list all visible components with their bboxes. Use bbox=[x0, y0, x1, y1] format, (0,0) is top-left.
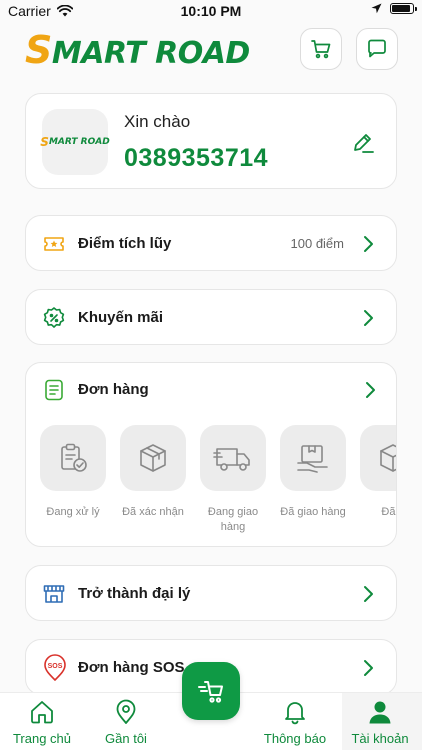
storefront-icon bbox=[43, 585, 65, 603]
orders-header[interactable]: Đơn hàng bbox=[26, 363, 396, 417]
user-icon bbox=[369, 701, 391, 724]
order-step-partial[interactable]: Đã h bbox=[360, 425, 396, 535]
promotions-row[interactable]: Khuyến mãi bbox=[25, 289, 397, 345]
nav-nearby[interactable]: Gần tôi bbox=[91, 699, 161, 746]
step-icon-box bbox=[40, 425, 106, 491]
home-icon bbox=[31, 701, 53, 724]
bell-icon bbox=[285, 702, 305, 725]
nav-account-label: Tài khoản bbox=[351, 731, 409, 746]
nav-nearby-label: Gần tôi bbox=[105, 731, 147, 746]
status-bar: Carrier 10:10 PM bbox=[0, 0, 422, 22]
avatar-logo-text: MART ROAD bbox=[48, 137, 110, 147]
order-step-label: Đã xác nhận bbox=[122, 506, 184, 518]
box-icon bbox=[140, 444, 166, 472]
svg-text:SOS: SOS bbox=[48, 663, 63, 670]
discount-badge-icon bbox=[43, 307, 65, 328]
battery-fill bbox=[392, 5, 410, 12]
order-step-shipping[interactable]: Đang giao hàng bbox=[200, 425, 266, 535]
smart-road-logo: SMART ROAD bbox=[25, 31, 250, 72]
chevron-right-icon bbox=[364, 310, 373, 326]
orders-card: Đơn hàng Đang xử lý Đã xác nhận Đang gia… bbox=[25, 362, 397, 547]
avatar-logo-letter: S bbox=[40, 135, 49, 149]
order-steps: Đang xử lý Đã xác nhận Đang giao hàng Đã… bbox=[40, 425, 396, 535]
nav-notifications[interactable]: Thông báo bbox=[260, 699, 330, 746]
nav-account[interactable]: Tài khoản bbox=[345, 699, 415, 746]
nav-home-label: Trang chủ bbox=[12, 731, 72, 746]
points-row[interactable]: Điểm tích lũy 100 điểm bbox=[25, 215, 397, 271]
delivery-truck-icon bbox=[213, 448, 250, 471]
step-icon-box bbox=[120, 425, 186, 491]
app-header: SMART ROAD bbox=[0, 26, 422, 74]
battery-icon bbox=[390, 3, 417, 14]
clipboard-check-icon bbox=[61, 443, 87, 472]
become-agent-row[interactable]: Trở thành đại lý bbox=[25, 565, 397, 621]
step-icon-box bbox=[200, 425, 266, 491]
chevron-right-icon bbox=[364, 586, 373, 602]
order-step-confirmed[interactable]: Đã xác nhận bbox=[120, 425, 186, 535]
step-icon-box bbox=[280, 425, 346, 491]
quick-cart-button[interactable] bbox=[182, 662, 240, 720]
cart-icon bbox=[311, 40, 331, 59]
phone-number: 0389353714 bbox=[124, 144, 269, 172]
avatar: S MART ROAD bbox=[40, 109, 110, 175]
location-pin-icon bbox=[116, 699, 136, 724]
become-agent-label: Trở thành đại lý bbox=[78, 585, 191, 602]
ticket-star-icon bbox=[44, 237, 64, 251]
logo-text: MART ROAD bbox=[51, 36, 250, 71]
location-arrow-icon bbox=[371, 3, 382, 14]
order-step-processing[interactable]: Đang xử lý bbox=[40, 425, 106, 535]
box-hand-icon bbox=[297, 445, 328, 473]
nav-notifications-label: Thông báo bbox=[263, 731, 327, 746]
edit-profile-button[interactable] bbox=[350, 130, 376, 156]
order-step-label: Đã giao hàng bbox=[280, 506, 346, 518]
chevron-right-icon bbox=[366, 382, 375, 398]
order-step-label: Đang xử lý bbox=[46, 506, 100, 518]
profile-card: S MART ROAD Xin chào 0389353714 bbox=[25, 93, 397, 189]
logo-letter-s: S bbox=[25, 28, 52, 72]
order-step-delivered[interactable]: Đã giao hàng bbox=[280, 425, 346, 535]
nav-home[interactable]: Trang chủ bbox=[7, 699, 77, 746]
order-step-label: Đang giao hàng bbox=[207, 506, 259, 533]
chevron-right-icon bbox=[364, 660, 373, 676]
list-document-icon bbox=[45, 379, 63, 401]
chevron-right-icon bbox=[364, 236, 373, 252]
sos-pin-icon: SOS bbox=[44, 654, 66, 681]
sos-orders-label: Đơn hàng SOS bbox=[78, 659, 185, 676]
orders-label: Đơn hàng bbox=[78, 381, 149, 398]
greeting-text: Xin chào bbox=[124, 112, 191, 131]
box-check-icon bbox=[380, 444, 396, 472]
order-step-label: Đã h bbox=[381, 506, 396, 518]
pencil-icon bbox=[354, 134, 374, 153]
promotions-label: Khuyến mãi bbox=[78, 309, 164, 326]
step-icon-box bbox=[360, 425, 396, 491]
chat-bubble-icon bbox=[368, 39, 386, 58]
chat-button[interactable] bbox=[356, 28, 398, 70]
cart-button[interactable] bbox=[300, 28, 342, 70]
fast-cart-icon bbox=[198, 681, 223, 703]
status-time: 10:10 PM bbox=[180, 3, 242, 19]
status-right bbox=[371, 3, 417, 14]
points-value: 100 điểm bbox=[290, 236, 344, 251]
points-label: Điểm tích lũy bbox=[78, 235, 172, 252]
